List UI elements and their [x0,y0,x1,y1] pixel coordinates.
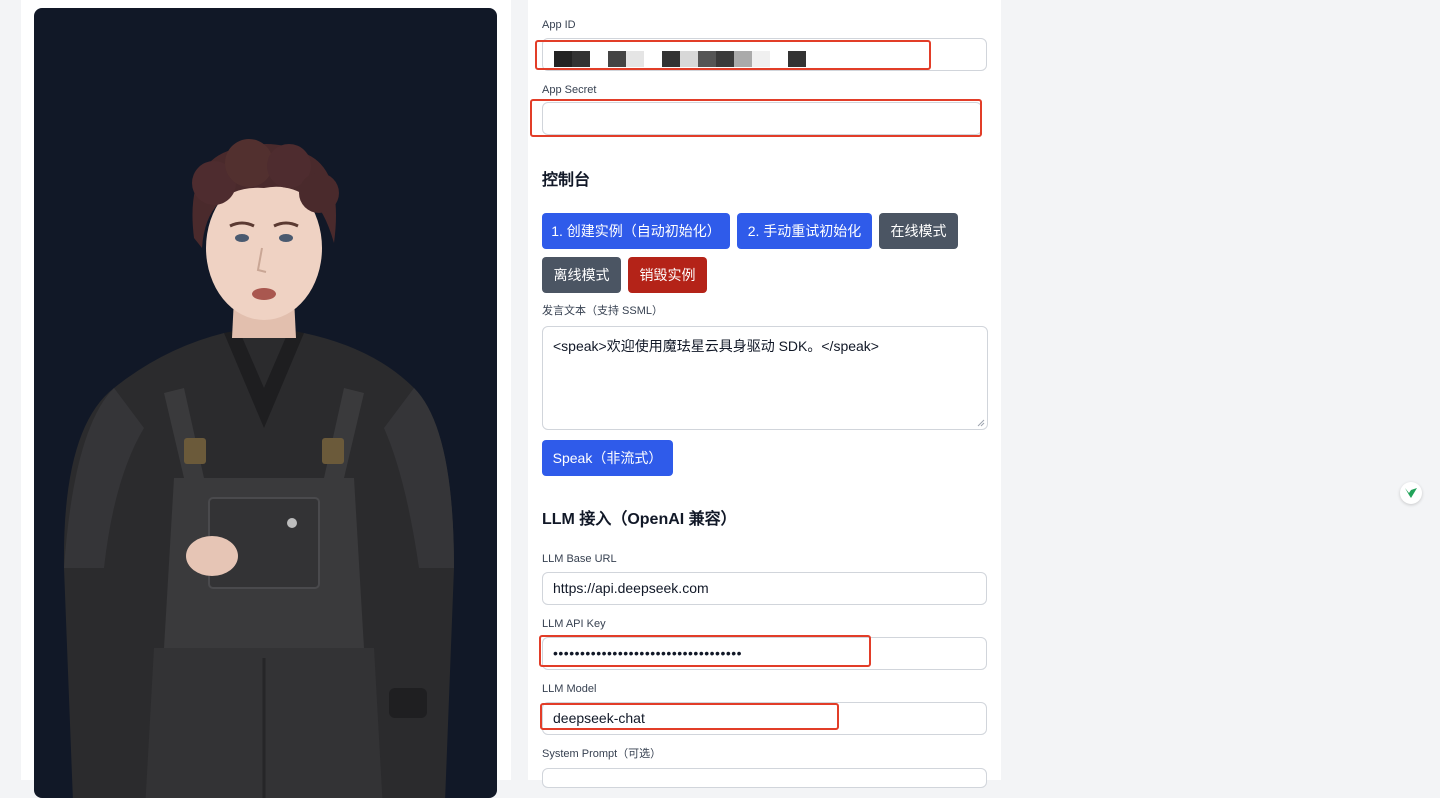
app-id-label: App ID [542,19,576,31]
app-secret-field[interactable] [542,102,982,135]
speech-text-input[interactable]: <speak>欢迎使用魔珐星云具身驱动 SDK。</speak> [542,326,988,430]
llm-api-key-field[interactable]: ••••••••••••••••••••••••••••••••••• [542,637,987,670]
speech-text-label: 发言文本（支持 SSML） [542,305,664,317]
speech-text-value: <speak>欢迎使用魔珐星云具身驱动 SDK。</speak> [553,338,879,354]
speak-button[interactable]: Speak（非流式） [542,440,673,476]
app-secret-label: App Secret [542,84,597,96]
mosaic-blocks [554,51,806,67]
llm-model-label: LLM Model [542,683,597,695]
console-title: 控制台 [542,172,591,189]
assistant-logo-glyph [1405,488,1417,498]
system-prompt-label: System Prompt（可选） [542,748,662,760]
llm-section-title: LLM 接入（OpenAI 兼容） [542,511,737,528]
avatar-stage [34,8,497,798]
resize-handle-icon[interactable] [977,419,985,427]
assistant-logo-icon[interactable] [1400,482,1422,504]
system-prompt-field[interactable] [542,768,987,788]
llm-base-url-field[interactable]: https://api.deepseek.com [542,572,987,605]
llm-model-field[interactable]: deepseek-chat [542,702,987,735]
destroy-instance-button[interactable]: 销毁实例 [628,257,707,293]
offline-mode-button[interactable]: 离线模式 [542,257,621,293]
online-mode-button[interactable]: 在线模式 [879,213,958,249]
app-id-redaction-mosaic [554,51,810,67]
llm-api-key-label: LLM API Key [542,618,606,630]
llm-base-url-label: LLM Base URL [542,553,617,565]
create-instance-button[interactable]: 1. 创建实例（自动初始化） [542,213,730,249]
avatar-figure [63,139,454,798]
manual-retry-init-button[interactable]: 2. 手动重试初始化 [737,213,872,249]
